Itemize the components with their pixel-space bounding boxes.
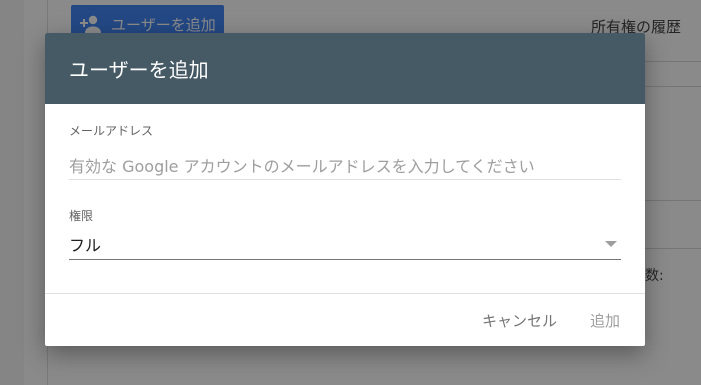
permission-label: 権限 (69, 209, 94, 223)
permission-selected-value: フル (69, 236, 102, 255)
dialog-header: ユーザーを追加 (45, 33, 645, 104)
add-button[interactable]: 追加 (590, 310, 620, 331)
email-label: メールアドレス (69, 124, 154, 138)
add-user-dialog: ユーザーを追加 メールアドレス 権限 フル キャンセル 追加 (45, 33, 645, 346)
dialog-footer-divider (45, 293, 645, 294)
dropdown-arrow-icon (605, 241, 617, 247)
email-input[interactable] (69, 153, 621, 180)
permission-select[interactable]: フル (69, 229, 621, 260)
dialog-title: ユーザーを追加 (69, 58, 209, 82)
cancel-button[interactable]: キャンセル (482, 310, 557, 331)
